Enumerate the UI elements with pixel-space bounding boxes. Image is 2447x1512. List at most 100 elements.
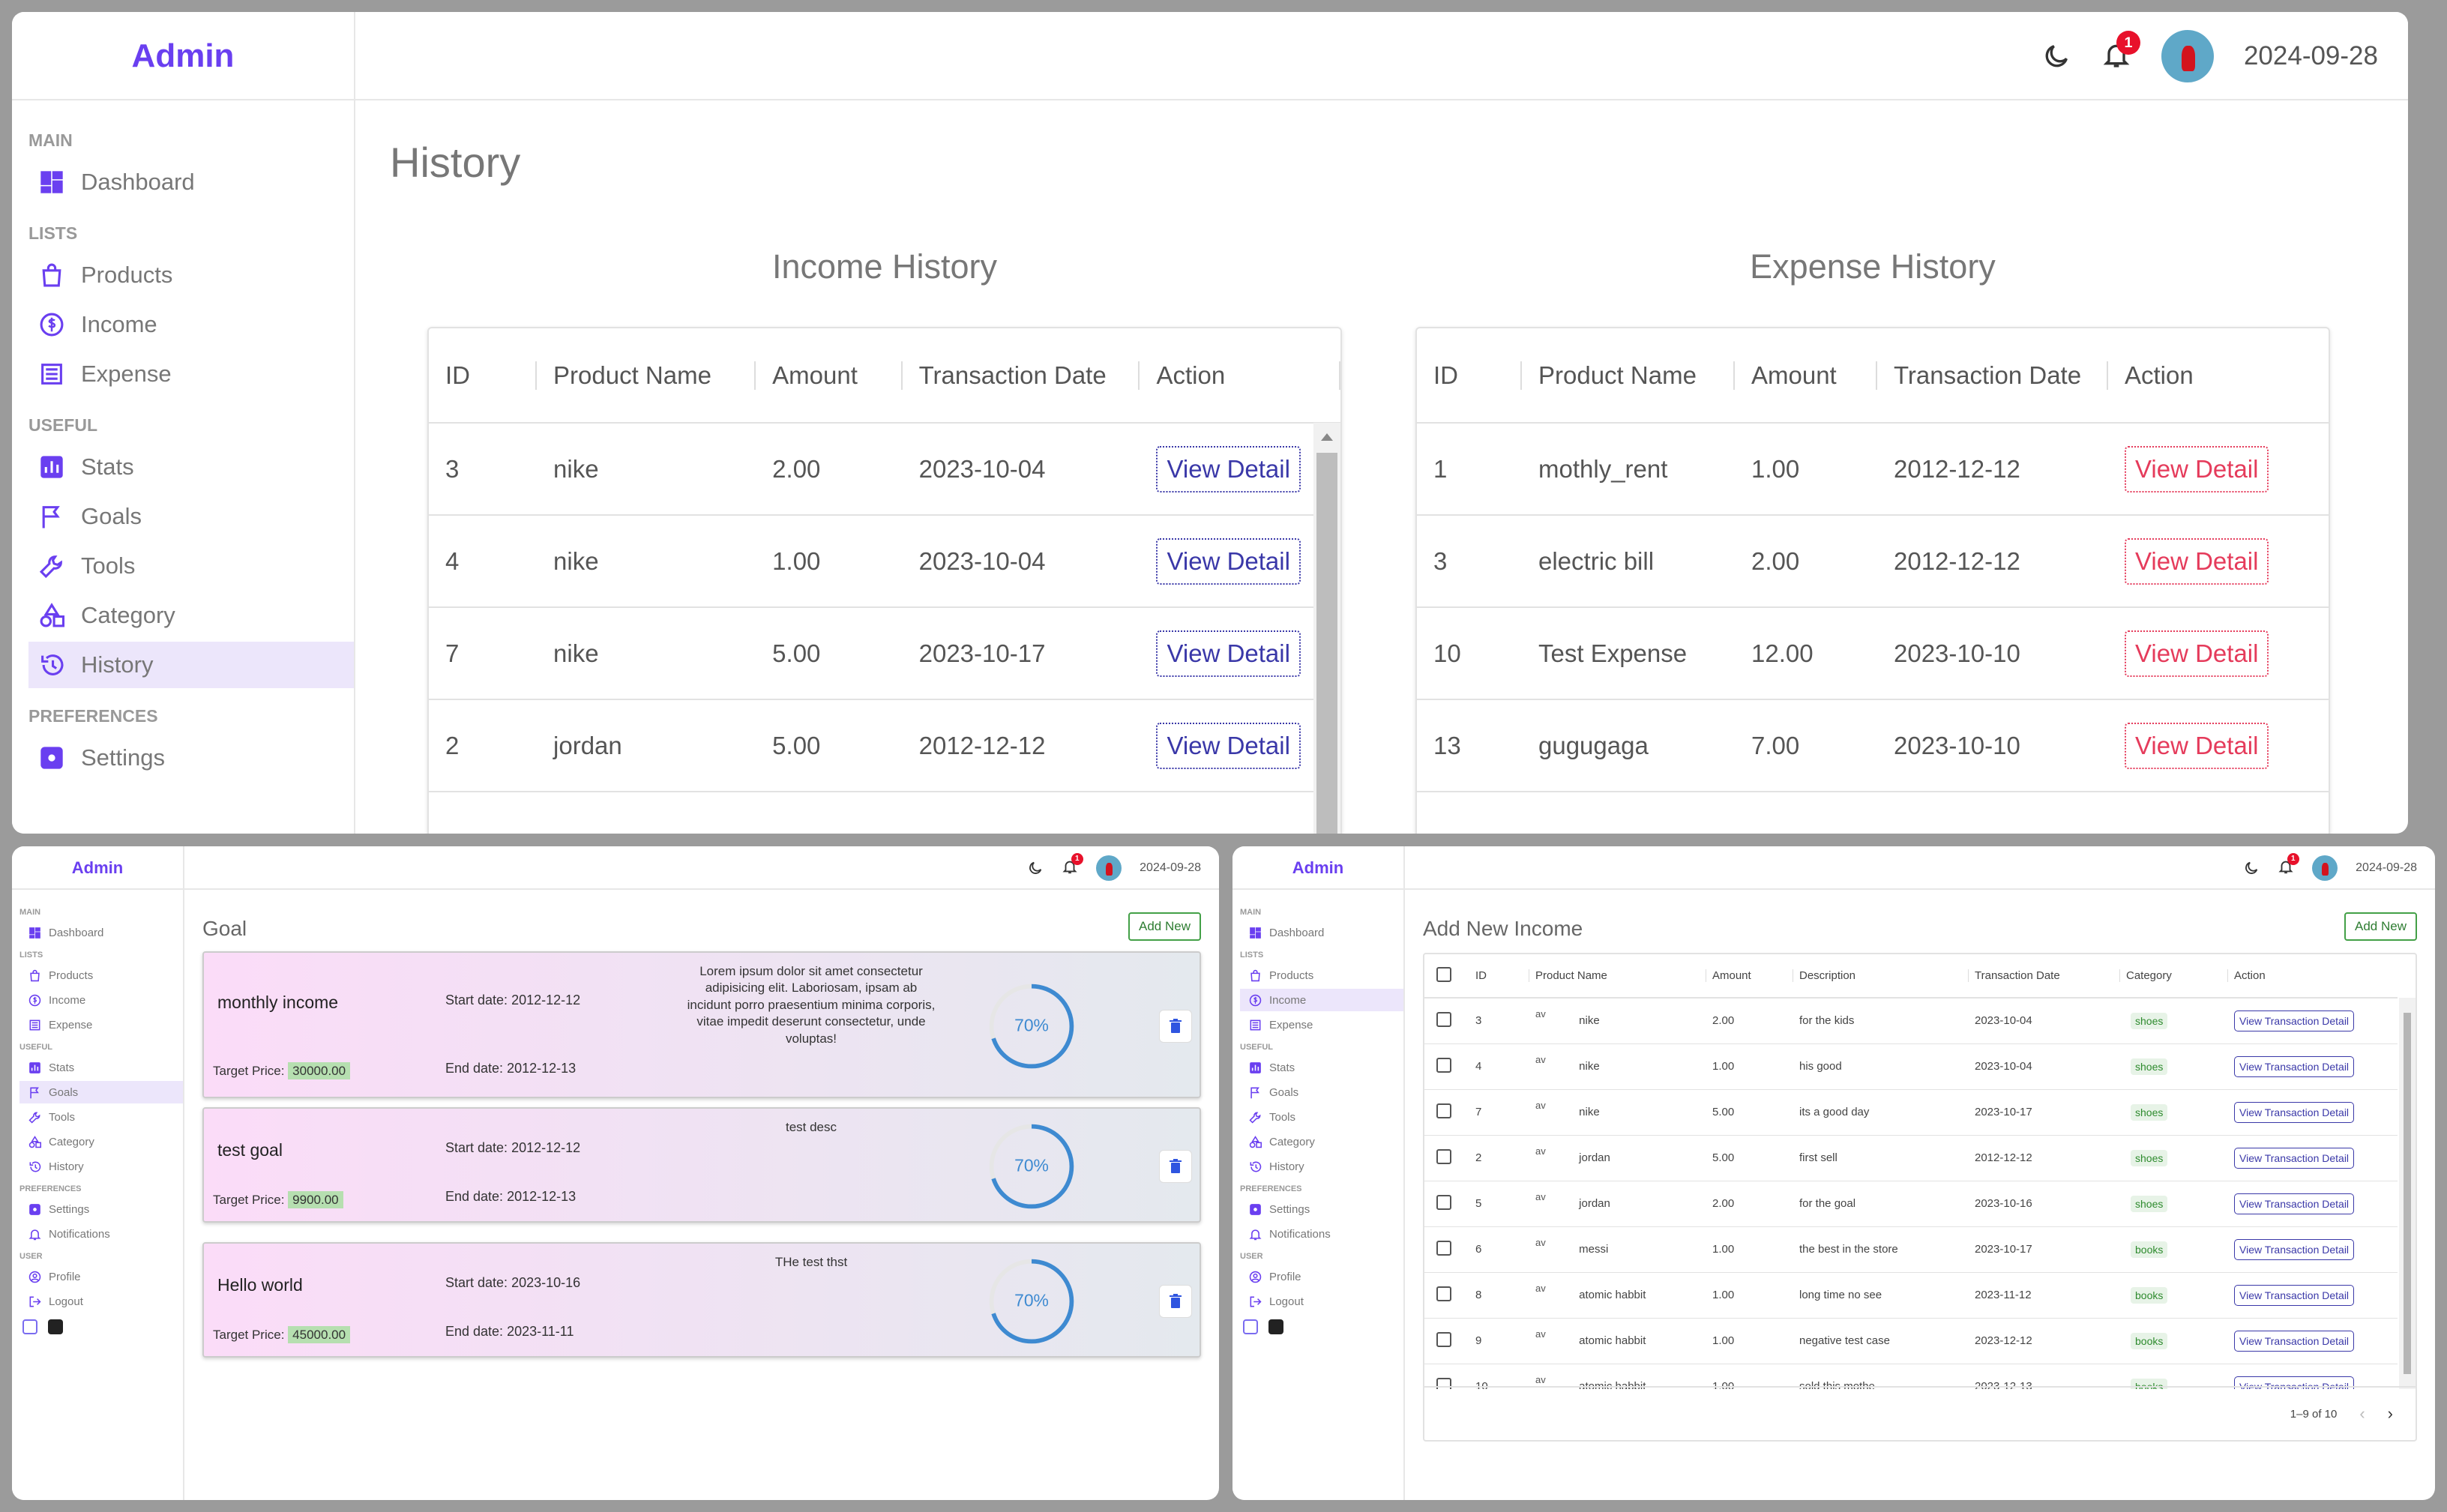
sidebar-item-goals[interactable]: Goals	[1240, 1081, 1403, 1103]
view-transaction-detail-button[interactable]: View Transaction Detail	[2234, 1147, 2355, 1169]
column-header[interactable]: Amount	[1735, 328, 1877, 423]
sidebar-item-category[interactable]: Category	[19, 1130, 183, 1153]
sidebar-item-tools[interactable]: Tools	[1240, 1106, 1403, 1128]
theme-toggle-light[interactable]	[1243, 1319, 1258, 1334]
row-checkbox[interactable]	[1436, 1103, 1451, 1118]
row-checkbox[interactable]	[1436, 1011, 1451, 1027]
delete-goal-button[interactable]	[1159, 1150, 1192, 1183]
add-income-button[interactable]: Add New	[2344, 912, 2417, 941]
view-transaction-detail-button[interactable]: View Transaction Detail	[2234, 1010, 2355, 1031]
sidebar-item-expense[interactable]: Expense	[19, 1013, 183, 1036]
column-header[interactable]: ID	[1469, 954, 1529, 998]
scrollbar[interactable]	[1313, 423, 1340, 834]
column-header[interactable]: Transaction Date	[1877, 328, 2108, 423]
moon-icon[interactable]	[2243, 860, 2260, 876]
delete-goal-button[interactable]	[1159, 1010, 1192, 1043]
sidebar-item-profile[interactable]: Profile	[1240, 1265, 1403, 1288]
prev-page-icon[interactable]: ‹	[2359, 1404, 2365, 1424]
column-header[interactable]: Category	[2120, 954, 2228, 998]
view-transaction-detail-button[interactable]: View Transaction Detail	[2234, 1238, 2355, 1260]
column-header[interactable]: Transaction Date	[1969, 954, 2120, 998]
row-checkbox[interactable]	[1436, 1148, 1451, 1164]
table-row[interactable]: 2 av jordan 5.00 first sell 2012-12-12 s…	[1424, 1135, 2398, 1181]
sidebar-item-history[interactable]: History	[19, 1155, 183, 1178]
select-all-checkbox[interactable]	[1436, 966, 1451, 982]
notification-button[interactable]: 1	[2101, 30, 2140, 73]
theme-toggle-dark[interactable]	[48, 1319, 63, 1334]
view-detail-button[interactable]: View Detail	[1156, 537, 1301, 585]
scrollbar-thumb[interactable]	[1316, 453, 1337, 834]
sidebar-item-settings[interactable]: Settings	[28, 735, 354, 781]
table-row[interactable]: 10 av atomic habbit 1.00 sold this mothe…	[1424, 1364, 2398, 1389]
app-logo[interactable]: Admin	[1232, 846, 1403, 890]
column-header[interactable]: Product Name	[537, 328, 756, 423]
sidebar-item-settings[interactable]: Settings	[1240, 1198, 1403, 1220]
sidebar-item-notifications[interactable]: Notifications	[19, 1223, 183, 1245]
sidebar-item-income[interactable]: Income	[19, 989, 183, 1011]
sidebar-item-goals[interactable]: Goals	[28, 493, 354, 540]
column-header[interactable]: Product Name	[1522, 328, 1735, 423]
sidebar-item-expense[interactable]: Expense	[1240, 1013, 1403, 1036]
next-page-icon[interactable]: ›	[2388, 1404, 2393, 1424]
view-transaction-detail-button[interactable]: View Transaction Detail	[2234, 1101, 2355, 1123]
view-transaction-detail-button[interactable]: View Transaction Detail	[2234, 1330, 2355, 1352]
row-checkbox[interactable]	[1436, 1240, 1451, 1256]
moon-icon[interactable]	[1027, 860, 1044, 876]
column-header[interactable]: Product Name	[1529, 954, 1706, 998]
user-avatar[interactable]	[2161, 30, 2214, 82]
view-transaction-detail-button[interactable]: View Transaction Detail	[2234, 1193, 2355, 1214]
column-header[interactable]: ID	[1417, 328, 1522, 423]
sidebar-item-category[interactable]: Category	[28, 592, 354, 639]
user-avatar[interactable]	[1096, 855, 1122, 881]
row-checkbox[interactable]	[1436, 1331, 1451, 1347]
column-header[interactable]: Action	[1140, 328, 1340, 423]
table-row[interactable]: 3 av nike 2.00 for the kids 2023-10-04 s…	[1424, 998, 2398, 1043]
notification-button[interactable]: 1	[1062, 852, 1083, 879]
sidebar-item-history[interactable]: History	[28, 642, 354, 688]
scrollbar-thumb[interactable]	[2404, 1013, 2411, 1374]
sidebar-item-tools[interactable]: Tools	[19, 1106, 183, 1128]
view-transaction-detail-button[interactable]: View Transaction Detail	[2234, 1055, 2355, 1077]
view-transaction-detail-button[interactable]: View Transaction Detail	[2234, 1284, 2355, 1306]
add-goal-button[interactable]: Add New	[1128, 912, 1201, 941]
view-detail-button[interactable]: View Detail	[2125, 630, 2269, 677]
sidebar-item-expense[interactable]: Expense	[28, 351, 354, 397]
sidebar-item-income[interactable]: Income	[28, 301, 354, 348]
view-detail-button[interactable]: View Detail	[2125, 537, 2269, 585]
delete-goal-button[interactable]	[1159, 1285, 1192, 1318]
view-detail-button[interactable]: View Detail	[1156, 445, 1301, 493]
sidebar-item-goals[interactable]: Goals	[19, 1081, 183, 1103]
sidebar-item-income[interactable]: Income	[1240, 989, 1403, 1011]
column-header[interactable]: Amount	[1706, 954, 1793, 998]
table-row[interactable]: 6 av messi 1.00 the best in the store 20…	[1424, 1226, 2398, 1272]
notification-button[interactable]: 1	[2278, 852, 2299, 879]
view-detail-button[interactable]: View Detail	[2125, 445, 2269, 493]
sidebar-item-stats[interactable]: Stats	[28, 444, 354, 490]
view-detail-button[interactable]: View Detail	[1156, 630, 1301, 677]
table-row[interactable]: 9 av atomic habbit 1.00 negative test ca…	[1424, 1318, 2398, 1364]
sidebar-item-products[interactable]: Products	[19, 964, 183, 987]
view-detail-button[interactable]: View Detail	[2125, 722, 2269, 769]
sidebar-item-category[interactable]: Category	[1240, 1130, 1403, 1153]
table-row[interactable]: 4 av nike 1.00 his good 2023-10-04 shoes…	[1424, 1043, 2398, 1089]
sidebar-item-tools[interactable]: Tools	[28, 543, 354, 589]
column-header[interactable]: Action	[2228, 954, 2398, 998]
table-row[interactable]: 5 av jordan 2.00 for the goal 2023-10-16…	[1424, 1181, 2398, 1226]
sidebar-item-dashboard[interactable]: Dashboard	[1240, 921, 1403, 944]
sidebar-item-products[interactable]: Products	[28, 252, 354, 298]
app-logo[interactable]: Admin	[12, 12, 354, 100]
sidebar-item-logout[interactable]: Logout	[1240, 1290, 1403, 1313]
sidebar-item-dashboard[interactable]: Dashboard	[28, 159, 354, 205]
column-header[interactable]: Description	[1793, 954, 1969, 998]
row-checkbox[interactable]	[1436, 1194, 1451, 1210]
app-logo[interactable]: Admin	[12, 846, 183, 890]
sidebar-item-stats[interactable]: Stats	[19, 1056, 183, 1079]
row-checkbox[interactable]	[1436, 1057, 1451, 1073]
sidebar-item-history[interactable]: History	[1240, 1155, 1403, 1178]
sidebar-item-products[interactable]: Products	[1240, 964, 1403, 987]
sidebar-item-logout[interactable]: Logout	[19, 1290, 183, 1313]
view-detail-button[interactable]: View Detail	[1156, 722, 1301, 769]
sidebar-item-dashboard[interactable]: Dashboard	[19, 921, 183, 944]
table-row[interactable]: 7 av nike 5.00 its a good day 2023-10-17…	[1424, 1089, 2398, 1135]
sidebar-item-settings[interactable]: Settings	[19, 1198, 183, 1220]
